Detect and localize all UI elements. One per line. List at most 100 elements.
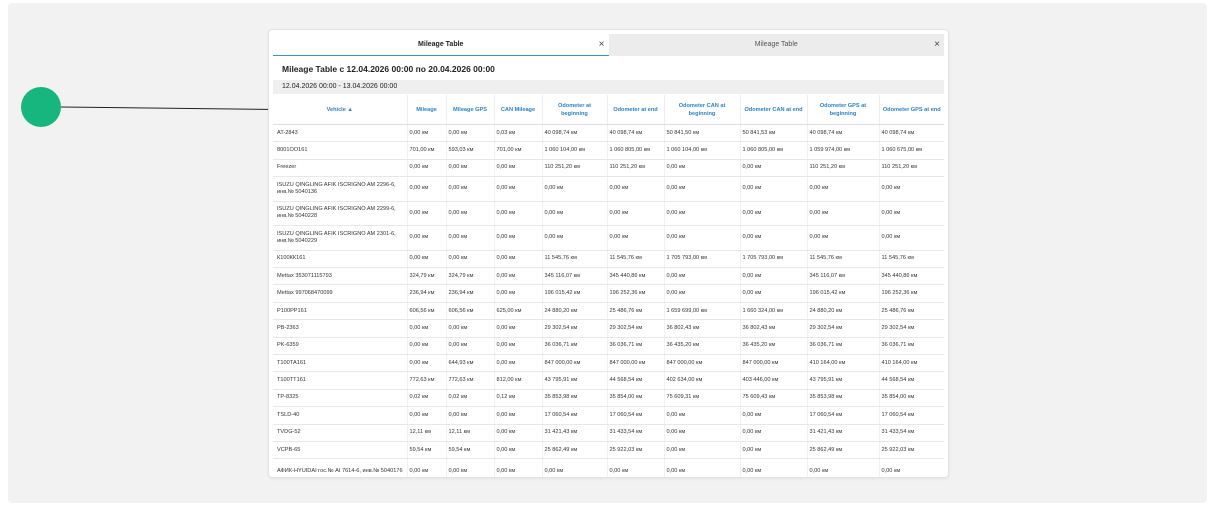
value-cell: 44 568,54 км xyxy=(606,371,664,390)
value-cell: 0,00 км xyxy=(406,319,446,338)
value-cell: 772,63 км xyxy=(445,371,494,390)
value-cell: 75 609,31 км xyxy=(663,389,740,408)
table-row[interactable]: PK-6359 0,00 км 0,00 км 0,00 км 36 036,71 км… xyxy=(273,337,944,356)
table-row[interactable]: TSLD-40 0,00 км 0,00 км 0,00 км 17 060,54 км… xyxy=(273,406,944,425)
value-cell: 1 660 324,00 км xyxy=(739,302,807,321)
value-cell: 345 440,86 км xyxy=(878,267,944,286)
table-row[interactable]: PB-2363 0,00 км 0,00 км 0,00 км 29 302,54 км… xyxy=(273,319,944,338)
value-cell: 35 853,98 км xyxy=(541,389,607,408)
value-cell: 0,00 км xyxy=(445,201,494,227)
value-cell: 701,00 км xyxy=(406,141,446,160)
group-header[interactable]: 12.04.2026 00:00 - 13.04.2026 00:00 xyxy=(273,80,944,94)
table-row[interactable]: TP-8325 0,02 км 0,02 км 0,12 км 35 853,98 км… xyxy=(273,389,944,408)
value-cell: 0,00 км xyxy=(493,284,542,303)
value-cell: 1 060 805,00 км xyxy=(606,141,664,160)
column-header-1[interactable]: Mileage xyxy=(406,95,446,125)
value-cell: 0,00 км xyxy=(541,201,607,227)
value-cell: 0,00 км xyxy=(806,458,879,477)
value-cell: 0,00 км xyxy=(445,319,494,338)
value-cell: 43 795,91 км xyxy=(541,371,607,390)
column-header-2[interactable]: Mileage GPS xyxy=(445,95,494,125)
table-body: AT-2843 0,00 км 0,00 км 0,03 км 40 098,74 км… xyxy=(273,124,944,477)
value-cell: 59,54 км xyxy=(406,441,446,460)
column-header-3[interactable]: CAN Mileage xyxy=(493,95,542,125)
table-row[interactable]: VCPB-65 59,54 км 59,54 км 0,00 км 25 862,49 … xyxy=(273,441,944,460)
value-cell: 36 036,71 км xyxy=(878,337,944,356)
value-cell: 0,00 км xyxy=(739,267,807,286)
value-cell: 29 302,54 км xyxy=(806,319,879,338)
value-cell: 25 922,03 км xyxy=(878,441,944,460)
value-cell: 0,00 км xyxy=(739,458,807,477)
close-icon[interactable]: × xyxy=(934,34,940,56)
table-row[interactable]: AT-2843 0,00 км 0,00 км 0,03 км 40 098,74 км… xyxy=(273,124,944,143)
table-row[interactable]: АФИК-HYUIDAI гос.№ AI 7614-6, инв.№ 5040… xyxy=(273,458,944,477)
value-cell: 1 060 675,00 км xyxy=(878,141,944,160)
value-cell: 1 659 699,00 км xyxy=(663,302,740,321)
vehicle-cell: 8001ОО161 xyxy=(273,141,407,160)
value-cell: 25 486,76 км xyxy=(878,302,944,321)
value-cell: 0,00 км xyxy=(663,441,740,460)
value-cell: 345 440,86 км xyxy=(606,267,664,286)
value-cell: 0,00 км xyxy=(445,337,494,356)
value-cell: 410 164,00 км xyxy=(806,354,879,373)
table-row[interactable]: ISUZU QINGLING AFIK ISCRIGNO AM 2299-6, … xyxy=(273,201,944,227)
vehicle-cell: Т100ТТ161 xyxy=(273,371,407,390)
table-row[interactable]: ISUZU QINGLING AFIK ISCRIGNO AM 2301-6, … xyxy=(273,225,944,251)
column-header-5[interactable]: Odometer at end xyxy=(606,95,664,125)
value-cell: 59,54 км xyxy=(445,441,494,460)
column-header-9[interactable]: Odometer GPS at end xyxy=(878,95,944,125)
value-cell: 625,00 км xyxy=(493,302,542,321)
table-row[interactable]: К100КК161 0,00 км 0,00 км 0,00 км 11 545,76 … xyxy=(273,250,944,269)
tab-bar: Mileage Table × Mileage Table × xyxy=(273,34,944,56)
value-cell: 36 036,71 км xyxy=(806,337,879,356)
value-cell: 196 015,42 км xyxy=(806,284,879,303)
column-header-4[interactable]: Odometer at beginning xyxy=(541,95,607,125)
vehicle-cell: Т100ТА161 xyxy=(273,354,407,373)
value-cell: 593,03 км xyxy=(445,141,494,160)
table-row[interactable]: TVDG-52 12,11 км 12,11 км 0,00 км 31 421,43 … xyxy=(273,424,944,442)
tab-mileage-table-1[interactable]: Mileage Table × xyxy=(273,34,609,56)
value-cell: 0,00 км xyxy=(739,424,807,442)
value-cell: 0,02 км xyxy=(445,389,494,408)
value-cell: 0,00 км xyxy=(606,201,664,227)
value-cell: 0,00 км xyxy=(739,201,807,227)
table-row[interactable]: ISUZU QINGLING AFIK ISCRIGNO AM 2296-6, … xyxy=(273,176,944,202)
value-cell: 36 435,20 км xyxy=(739,337,807,356)
value-cell: 196 252,36 км xyxy=(878,284,944,303)
table-row[interactable]: Р100РР161 606,56 км 606,56 км 625,00 км 24 8… xyxy=(273,302,944,321)
value-cell: 345 116,07 км xyxy=(541,267,607,286)
tab-mileage-table-2[interactable]: Mileage Table × xyxy=(609,34,945,56)
value-cell: 36 036,71 км xyxy=(541,337,607,356)
value-cell: 0,00 км xyxy=(406,354,446,373)
value-cell: 0,00 км xyxy=(739,406,807,425)
column-header-0[interactable]: Vehicle ▲ xyxy=(273,95,407,125)
value-cell: 0,00 км xyxy=(406,337,446,356)
vehicle-cell: ISUZU QINGLING AFIK ISCRIGNO AM 2296-6, … xyxy=(273,176,407,202)
value-cell: 35 854,00 км xyxy=(878,389,944,408)
table-row[interactable]: Mettax 353071115793 324,79 км 324,79 км 0,0… xyxy=(273,267,944,286)
table-row[interactable]: Т100ТТ161 772,63 км 772,63 км 812,00 км 43 7… xyxy=(273,371,944,390)
value-cell: 606,56 км xyxy=(445,302,494,321)
column-header-6[interactable]: Odometer CAN at beginning xyxy=(663,95,740,125)
value-cell: 0,00 км xyxy=(445,159,494,178)
value-cell: 403 446,00 км xyxy=(739,371,807,390)
value-cell: 36 036,71 км xyxy=(606,337,664,356)
table-row[interactable]: Mettax 997068470099 236,94 км 236,94 км 0,0… xyxy=(273,284,944,303)
value-cell: 847 000,00 км xyxy=(541,354,607,373)
table-row[interactable]: 8001ОО161 701,00 км 593,03 км 701,00 км 1 06… xyxy=(273,141,944,160)
value-cell: 345 116,07 км xyxy=(806,267,879,286)
value-cell: 0,00 км xyxy=(493,441,542,460)
value-cell: 0,00 км xyxy=(878,458,944,477)
value-cell: 40 098,74 км xyxy=(606,124,664,143)
column-header-8[interactable]: Odometer GPS at beginning xyxy=(806,95,879,125)
table-row[interactable]: Т100ТА161 0,00 км 644,93 км 0,00 км 847 000,… xyxy=(273,354,944,373)
value-cell: 0,00 км xyxy=(739,284,807,303)
close-icon[interactable]: × xyxy=(599,34,605,56)
value-cell: 0,00 км xyxy=(406,124,446,143)
column-header-7[interactable]: Odometer CAN at end xyxy=(739,95,807,125)
value-cell: 0,00 км xyxy=(663,225,740,251)
value-cell: 0,00 км xyxy=(806,176,879,202)
value-cell: 25 862,49 км xyxy=(806,441,879,460)
table-row[interactable]: Freezer 0,00 км 0,00 км 0,00 км 110 251,20 к… xyxy=(273,159,944,178)
value-cell: 17 060,54 км xyxy=(806,406,879,425)
